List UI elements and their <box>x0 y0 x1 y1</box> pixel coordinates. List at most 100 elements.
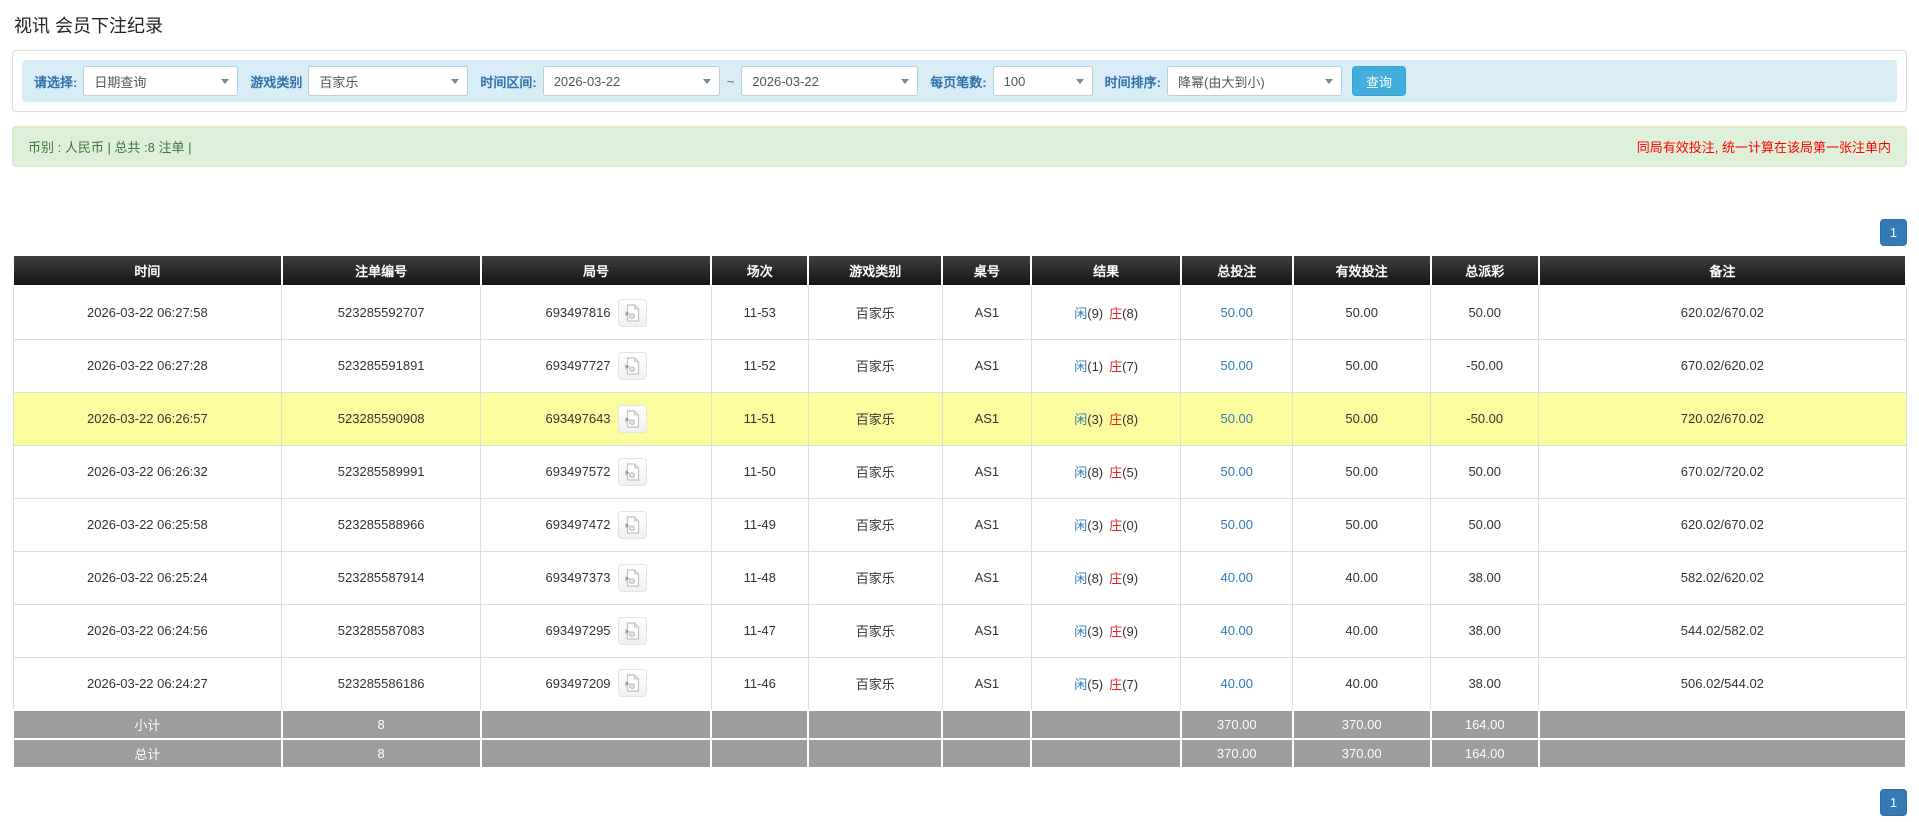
player-result: 闲 <box>1074 359 1087 374</box>
total-bet-link[interactable]: 40.00 <box>1220 623 1253 638</box>
video-record-button[interactable] <box>618 511 647 539</box>
banker-score: (7) <box>1122 677 1138 692</box>
player-result: 闲 <box>1074 571 1087 586</box>
round-cell: 693497572 <box>481 445 712 498</box>
range-separator: ~ <box>727 74 735 89</box>
table-row: 2026-03-22 06:27:28 523285591891 6934977… <box>13 339 1906 392</box>
valid-bet: 50.00 <box>1293 445 1431 498</box>
total-bet-cell: 50.00 <box>1181 445 1293 498</box>
page-1-button[interactable]: 1 <box>1880 789 1907 816</box>
banker-result: 庄 <box>1109 677 1122 692</box>
video-record-button[interactable] <box>618 352 647 380</box>
table-row: 2026-03-22 06:26:32 523285589991 6934975… <box>13 445 1906 498</box>
page-1-button[interactable]: 1 <box>1880 219 1907 246</box>
subtotal-valid-bet: 370.00 <box>1293 710 1431 739</box>
table-row: 2026-03-22 06:25:24 523285587914 6934973… <box>13 551 1906 604</box>
game-type-label: 游戏类别 <box>250 72 302 91</box>
empty-cell <box>711 710 808 739</box>
bet-time: 2026-03-22 06:26:57 <box>13 392 282 445</box>
per-page-value: 100 <box>994 74 1068 89</box>
banker-result: 庄 <box>1109 359 1122 374</box>
table-number: AS1 <box>942 551 1031 604</box>
total-bet-cell: 50.00 <box>1181 392 1293 445</box>
date-to-select[interactable]: 2026-03-22 <box>741 66 918 96</box>
payout: -50.00 <box>1431 392 1539 445</box>
total-bet-link[interactable]: 50.00 <box>1220 464 1253 479</box>
chevron-down-icon <box>893 67 917 95</box>
empty-cell <box>1031 710 1181 739</box>
per-page-select[interactable]: 100 <box>993 66 1093 96</box>
table-number: AS1 <box>942 392 1031 445</box>
game-type: 百家乐 <box>808 604 942 657</box>
column-header-9: 总派彩 <box>1431 255 1539 286</box>
payout: 50.00 <box>1431 286 1539 339</box>
round-id: 693497643 <box>545 411 610 426</box>
time-range-label: 时间区间: <box>480 72 536 91</box>
valid-bet: 40.00 <box>1293 604 1431 657</box>
date-from-select[interactable]: 2026-03-22 <box>543 66 720 96</box>
query-button[interactable]: 查询 <box>1352 66 1406 96</box>
result-cell: 闲(8)庄(5) <box>1031 445 1181 498</box>
result-cell: 闲(3)庄(0) <box>1031 498 1181 551</box>
chevron-down-icon <box>695 67 719 95</box>
round-cell: 693497472 <box>481 498 712 551</box>
total-bet-cell: 50.00 <box>1181 286 1293 339</box>
round-id: 693497472 <box>545 517 610 532</box>
bet-time: 2026-03-22 06:26:32 <box>13 445 282 498</box>
video-record-button[interactable] <box>618 669 647 697</box>
remark: 582.02/620.02 <box>1539 551 1906 604</box>
total-row: 总计 8 370.00 370.00 164.00 <box>13 739 1906 768</box>
summary-bar: 币别 : 人民币 | 总共 :8 注单 | 同局有效投注, 统一计算在该局第一张… <box>12 126 1907 167</box>
chevron-down-icon <box>1317 67 1341 95</box>
empty-cell <box>808 710 942 739</box>
empty-cell <box>481 710 712 739</box>
total-bet-link[interactable]: 50.00 <box>1220 305 1253 320</box>
column-header-0: 时间 <box>13 255 282 286</box>
table-number: AS1 <box>942 286 1031 339</box>
total-bet-link[interactable]: 50.00 <box>1220 411 1253 426</box>
sort-select[interactable]: 降幂(由大到小) <box>1167 66 1342 96</box>
game-type: 百家乐 <box>808 498 942 551</box>
pagination-bottom: 1 <box>12 789 1907 816</box>
player-score: (3) <box>1087 412 1103 427</box>
video-record-button[interactable] <box>618 405 647 433</box>
game-type-select[interactable]: 百家乐 <box>308 66 468 96</box>
subtotal-row: 小计 8 370.00 370.00 164.00 <box>13 710 1906 739</box>
banker-score: (9) <box>1122 571 1138 586</box>
table-number: AS1 <box>942 445 1031 498</box>
column-header-7: 总投注 <box>1181 255 1293 286</box>
bet-time: 2026-03-22 06:27:28 <box>13 339 282 392</box>
bet-id: 523285587914 <box>282 551 481 604</box>
video-record-button[interactable] <box>618 617 647 645</box>
empty-cell <box>808 739 942 768</box>
subtotal-label: 小计 <box>13 710 282 739</box>
query-type-value: 日期查询 <box>84 72 213 91</box>
video-record-button[interactable] <box>618 299 647 327</box>
video-record-button[interactable] <box>618 458 647 486</box>
total-bet-link[interactable]: 50.00 <box>1220 358 1253 373</box>
banker-score: (7) <box>1122 359 1138 374</box>
total-bet-cell: 50.00 <box>1181 498 1293 551</box>
total-bet-cell: 50.00 <box>1181 339 1293 392</box>
bet-id: 523285590908 <box>282 392 481 445</box>
page-title: 视讯 会员下注纪录 <box>14 12 1907 38</box>
round-id: 693497295 <box>545 623 610 638</box>
video-record-button[interactable] <box>618 564 647 592</box>
round-cell: 693497295 <box>481 604 712 657</box>
table-row: 2026-03-22 06:24:56 523285587083 6934972… <box>13 604 1906 657</box>
bet-time: 2026-03-22 06:24:56 <box>13 604 282 657</box>
total-bet-link[interactable]: 40.00 <box>1220 570 1253 585</box>
column-header-8: 有效投注 <box>1293 255 1431 286</box>
bet-time: 2026-03-22 06:27:58 <box>13 286 282 339</box>
table-row: 2026-03-22 06:26:57 523285590908 6934976… <box>13 392 1906 445</box>
game-type: 百家乐 <box>808 339 942 392</box>
total-bet-link[interactable]: 40.00 <box>1220 676 1253 691</box>
empty-cell <box>711 739 808 768</box>
column-header-4: 游戏类别 <box>808 255 942 286</box>
chevron-down-icon <box>443 67 467 95</box>
round-cell: 693497727 <box>481 339 712 392</box>
valid-bet: 40.00 <box>1293 657 1431 710</box>
query-type-select[interactable]: 日期查询 <box>83 66 238 96</box>
total-bet-link[interactable]: 50.00 <box>1220 517 1253 532</box>
per-page-label: 每页笔数: <box>930 72 986 91</box>
